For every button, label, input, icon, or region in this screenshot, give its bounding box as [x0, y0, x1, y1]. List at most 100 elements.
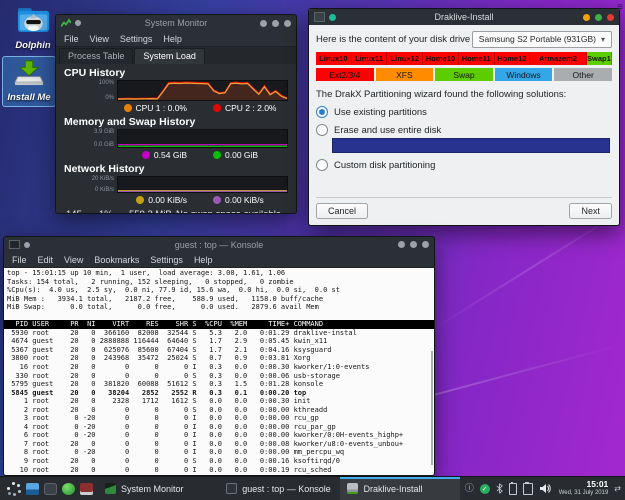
minimize-button[interactable]	[398, 241, 405, 248]
radio-button[interactable]	[316, 124, 328, 136]
menu-file[interactable]: File	[64, 34, 79, 44]
partitioning-options: Use existing partitions Erase and use ent…	[316, 100, 612, 171]
legend-label: CPU 2 : 2.0%	[225, 103, 277, 113]
konsole-menubar: File Edit View Bookmarks Settings Help	[4, 252, 434, 268]
clock[interactable]: 15:01 Wed, 31 July 2019	[559, 480, 609, 497]
terminal-process-row: 3800 root 20 0 243968 35472 25024 S 0.7 …	[4, 354, 434, 363]
task-label: System Monitor	[121, 484, 184, 494]
legend-item: 0.00 GiB	[213, 150, 258, 160]
desktop-icon-dolphin[interactable]: Dolphin	[6, 6, 60, 51]
desktop-icon-install-me[interactable]: Install Me	[2, 56, 56, 107]
dolphin-icon	[17, 6, 50, 34]
terminal-process-row: 5795 guest 20 0 381820 60088 51612 S 0.3…	[4, 380, 434, 389]
option-custom-disk-partitioning[interactable]: Custom disk partitioning	[316, 159, 612, 171]
network-axis-min: 0 KiB/s	[95, 187, 114, 193]
panel-hide-icon[interactable]: ⇄	[614, 485, 621, 493]
legend-dot	[124, 104, 132, 112]
filesystem-legend: Ext2/3/4XFSSwapWindowsOther	[316, 68, 612, 81]
legend-item: 0.00 KiB/s	[213, 195, 264, 205]
bluetooth-icon[interactable]	[496, 483, 503, 494]
terminal-table-header: PID USER PR NI VIRT RES SHR S %CPU %MEM …	[4, 320, 434, 329]
window-pin-button[interactable]	[24, 242, 30, 248]
legend-dot	[213, 104, 221, 112]
legend-item: 0.00 KiB/s	[136, 195, 187, 205]
menu-settings[interactable]: Settings	[150, 255, 183, 265]
draklive-titlebar[interactable]: Draklive-Install	[309, 9, 619, 25]
terminal-process-row: 9 root 20 0 0 0 0 S 0.0 0.0 0:00.16 ksof…	[4, 457, 434, 466]
draklive-body: Here is the content of your disk drive S…	[309, 25, 619, 225]
terminal-summary-line: MiB Mem : 3934.1 total, 2187.2 free, 588…	[4, 295, 434, 304]
option-label: Use existing partitions	[334, 107, 427, 118]
cpu-legend: CPU 1 : 0.0%CPU 2 : 2.0%	[110, 103, 290, 113]
fs-legend-xfs: XFS	[376, 68, 434, 81]
terminal-summary-line: Tasks: 154 total, 2 running, 152 sleepin…	[4, 278, 434, 287]
partition-home12: Home12	[495, 52, 531, 65]
option-erase-and-use-entire-disk[interactable]: Erase and use entire disk	[316, 124, 612, 136]
taskbar-task-guest-top-konsole[interactable]: guest : top — Konsole	[219, 477, 338, 500]
konsole-titlebar[interactable]: guest : top — Konsole	[4, 237, 434, 252]
menu-settings[interactable]: Settings	[120, 34, 153, 44]
network-history-heading: Network History	[64, 163, 290, 175]
radio-button[interactable]	[316, 106, 328, 118]
partition-home11: Home11	[459, 52, 495, 65]
terminal-process-row: 7 root 20 0 0 0 0 I 0.0 0.0 0:00.08 kwor…	[4, 440, 434, 449]
memory-axis-max: 3.9 GiB	[94, 129, 114, 135]
system-monitor-menubar: File View Settings Help	[56, 31, 296, 47]
menu-bookmarks[interactable]: Bookmarks	[94, 255, 139, 265]
quick-launch-package-icon[interactable]	[80, 483, 93, 495]
terminal-process-row: 5845 guest 20 0 38204 2852 2552 R 0.3 0.…	[4, 389, 434, 398]
close-button[interactable]	[284, 20, 291, 27]
terminal-scrollbar[interactable]	[431, 351, 433, 465]
menu-help[interactable]: Help	[163, 34, 182, 44]
menu-view[interactable]: View	[64, 255, 83, 265]
battery-icon[interactable]	[509, 483, 517, 495]
menu-file[interactable]: File	[12, 255, 27, 265]
quick-launch-globe-icon[interactable]	[62, 483, 75, 495]
close-button[interactable]	[607, 14, 614, 21]
option-use-existing-partitions[interactable]: Use existing partitions	[316, 106, 612, 118]
minimize-button[interactable]	[583, 14, 590, 21]
taskbar-task-draklive-install[interactable]: Draklive-Install	[340, 477, 459, 500]
terminal-output[interactable]: top - 15:01:15 up 10 min, 1 user, load a…	[4, 268, 434, 475]
close-button[interactable]	[422, 241, 429, 248]
desktop-icon-label: Install Me	[3, 92, 55, 103]
menu-view[interactable]: View	[90, 34, 109, 44]
window-pin-button[interactable]	[329, 14, 336, 21]
next-button[interactable]: Next	[569, 203, 612, 219]
maximize-button[interactable]	[595, 14, 602, 21]
updates-ok-icon[interactable]: ✓	[480, 484, 490, 494]
clipboard-icon[interactable]	[523, 483, 533, 495]
terminal-summary-line: %Cpu(s): 4.0 us, 2.5 sy, 0.0 ni, 77.9 id…	[4, 286, 434, 295]
fs-legend-swap: Swap	[435, 68, 493, 81]
quick-launch-display-icon[interactable]	[26, 483, 39, 495]
maximize-button[interactable]	[272, 20, 279, 27]
legend-label: 0.00 GiB	[225, 150, 258, 160]
taskbar-task-system-monitor[interactable]: System Monitor	[98, 477, 217, 500]
menu-help[interactable]: Help	[194, 255, 213, 265]
system-monitor-tabbar: Process TableSystem Load	[56, 47, 296, 64]
task-icon	[226, 483, 237, 494]
maximize-button[interactable]	[410, 241, 417, 248]
system-monitor-app-icon	[61, 18, 71, 28]
menu-edit[interactable]: Edit	[38, 255, 54, 265]
cancel-button[interactable]: Cancel	[316, 203, 368, 219]
drive-selector[interactable]: Samsung S2 Portable (931GB) ▾	[472, 31, 612, 48]
tab-system-load[interactable]: System Load	[134, 48, 205, 64]
status-item: No swap space available	[176, 209, 288, 214]
window-pin-button[interactable]	[75, 20, 81, 26]
volume-icon[interactable]	[539, 483, 551, 494]
notifications-icon[interactable]: ⓘ	[465, 484, 474, 493]
option-label: Erase and use entire disk	[334, 125, 441, 136]
network-legend: 0.00 KiB/s 0.00 KiB/s	[110, 195, 290, 205]
draklive-app-icon	[314, 12, 325, 22]
terminal-process-row: 2 root 20 0 0 0 0 S 0.0 0.0 0:00.00 kthr…	[4, 406, 434, 415]
minimize-button[interactable]	[260, 20, 267, 27]
application-launcher-icon[interactable]	[4, 480, 21, 497]
cpu-history-graph	[117, 80, 288, 101]
system-monitor-titlebar[interactable]: System Monitor	[56, 15, 296, 31]
terminal-process-row: 5930 root 20 0 366160 82008 32544 S 5.3 …	[4, 329, 434, 338]
radio-button[interactable]	[316, 159, 328, 171]
tab-process-table[interactable]: Process Table	[59, 48, 133, 64]
quick-launch-camera-icon[interactable]	[44, 483, 57, 495]
partition-home10: Home10	[423, 52, 459, 65]
